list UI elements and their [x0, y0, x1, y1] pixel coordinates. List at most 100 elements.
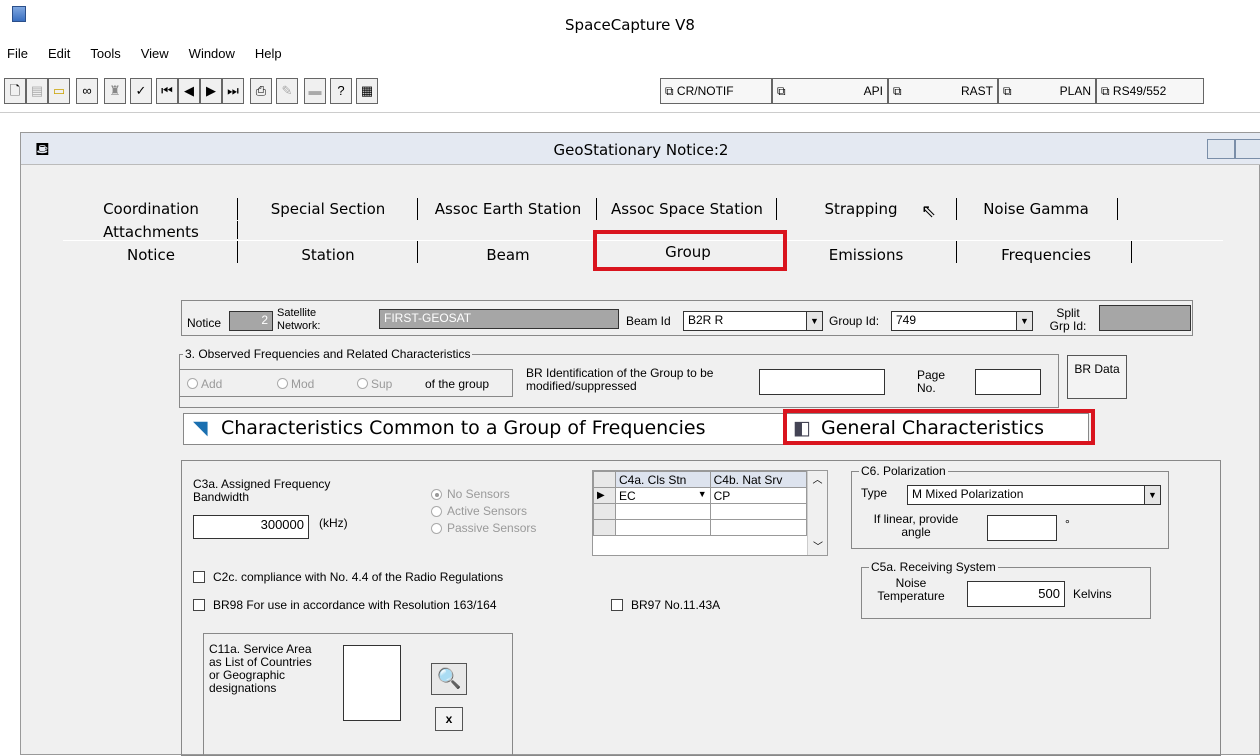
scroll-up-icon[interactable]: ︿ [808, 471, 827, 486]
grid-cell[interactable] [615, 503, 711, 520]
binoculars-icon[interactable]: ♜ [104, 78, 126, 104]
nav-api-label: API [863, 84, 883, 98]
br97-checkbox[interactable] [611, 599, 623, 611]
tab-frequencies[interactable]: Frequencies [966, 246, 1126, 264]
clear-button[interactable]: x [435, 707, 463, 731]
tab-special-section[interactable]: Special Section [247, 200, 409, 218]
notice-window-title: GeoStationary Notice:2 [553, 141, 729, 159]
notice-window: ⛾ GeoStationary Notice:2 Coordination Sp… [20, 132, 1260, 756]
last-record-icon[interactable]: ⏭ [222, 78, 244, 104]
br-identification-field[interactable] [759, 369, 885, 395]
nav-plan[interactable]: ⧉ PLAN [998, 78, 1096, 104]
open-disabled-icon[interactable]: ▤ [26, 78, 48, 104]
grid-cell[interactable] [709, 519, 808, 536]
satellite-network-label: Satellite Network: [277, 307, 321, 332]
grid-cell[interactable] [615, 519, 711, 536]
of-the-group-label: of the group [425, 377, 490, 391]
satellite-network-field[interactable]: FIRST-GEOSAT [379, 309, 619, 329]
grid-cell-nat-srv[interactable]: CP [709, 487, 808, 504]
tab-separator [417, 198, 418, 220]
grid-cell[interactable] [709, 503, 808, 520]
page-no-field[interactable] [975, 369, 1041, 395]
tab-coordination[interactable]: Coordination [81, 200, 221, 218]
search-icon[interactable]: 🔍 [431, 663, 467, 695]
nav-rast[interactable]: ⧉ RAST [888, 78, 998, 104]
br-data-button[interactable]: BR Data [1067, 355, 1127, 399]
tab-assoc-space-station[interactable]: Assoc Space Station [601, 200, 773, 218]
chevron-down-icon[interactable]: ▼ [806, 312, 822, 330]
tab-strapping[interactable]: Strapping [806, 200, 916, 218]
validate-check-icon[interactable]: ✓ [130, 78, 152, 104]
new-icon[interactable]: 🗋 [4, 78, 26, 104]
beam-id-select[interactable]: B2R R [683, 311, 823, 331]
menu-tools[interactable]: Tools [87, 46, 123, 61]
menu-help[interactable]: Help [252, 46, 285, 61]
radio-active-sensors[interactable] [431, 506, 442, 517]
grid-scrollbar[interactable]: ︿ ﹀ [807, 471, 827, 555]
observed-frequencies-title: 3. Observed Frequencies and Related Char… [183, 347, 473, 361]
tab-separator [956, 241, 957, 263]
tab-attachments[interactable]: Attachments [81, 223, 221, 241]
br98-checkbox[interactable] [193, 599, 205, 611]
polarization-type-select[interactable]: M Mixed Polarization [907, 485, 1161, 505]
tab-separator [237, 241, 238, 263]
view-glasses-icon[interactable]: ∞ [76, 78, 98, 104]
c6-type-label: Type [861, 486, 888, 500]
radio-sup-label: Sup [371, 377, 393, 391]
help-icon[interactable]: ? [330, 78, 352, 104]
radio-passive-sensors[interactable] [431, 523, 442, 534]
c3a-bandwidth-field[interactable]: 300000 [193, 515, 309, 539]
tab-noise-gamma[interactable]: Noise Gamma [966, 200, 1106, 218]
chevron-down-icon[interactable]: ▼ [698, 489, 707, 499]
radio-mod[interactable] [277, 378, 288, 389]
group-id-value: 749 [896, 313, 917, 327]
nav-api[interactable]: ⧉ API [772, 78, 888, 104]
noise-temperature-field[interactable]: 500 [967, 581, 1065, 607]
edit-disabled-icon[interactable]: ✎ [276, 78, 298, 104]
tab-separator [237, 221, 238, 239]
monitor-icon[interactable]: ▬ [304, 78, 326, 104]
tab-assoc-earth-station[interactable]: Assoc Earth Station [427, 200, 589, 218]
menu-view[interactable]: View [138, 46, 172, 61]
service-area-list[interactable] [343, 645, 401, 721]
grid-header-cls-stn: C4a. Cls Stn [615, 471, 711, 488]
c2c-checkbox[interactable] [193, 571, 205, 583]
tab-station[interactable]: Station [247, 246, 409, 264]
chevron-down-icon[interactable]: ▼ [1144, 486, 1160, 504]
br97-label: BR97 No.11.43A [631, 598, 721, 612]
nav-rast-label: RAST [960, 84, 993, 98]
scroll-down-icon[interactable]: ﹀ [808, 538, 828, 553]
radio-no-sensors[interactable] [431, 489, 442, 500]
maximize-window-icon[interactable] [1235, 139, 1260, 159]
polarization-angle-field[interactable] [987, 515, 1057, 541]
radio-sup[interactable] [357, 378, 368, 389]
radio-add[interactable] [187, 378, 198, 389]
nav-rs49[interactable]: ⧉ RS49/552 [1096, 78, 1204, 104]
calculator-icon[interactable]: ▦ [356, 78, 378, 104]
highlight-group-tab [593, 230, 787, 271]
group-id-select[interactable]: 749 [891, 311, 1033, 331]
tab-separator [1131, 241, 1132, 263]
split-grp-id-field[interactable] [1099, 305, 1191, 331]
previous-record-icon[interactable]: ◀ [178, 78, 200, 104]
tab-notice[interactable]: Notice [81, 246, 221, 264]
menu-file[interactable]: File [4, 46, 31, 61]
print-icon[interactable]: ⎙ [250, 78, 272, 104]
tab-beam[interactable]: Beam [427, 246, 589, 264]
first-record-icon[interactable]: ⏮ [156, 78, 178, 104]
station-service-grid[interactable]: C4a. Cls Stn C4b. Nat Srv ▶ EC ▼ CP ︿ ﹀ [592, 470, 828, 556]
tab-separator [417, 241, 418, 263]
grid-cell-cls-stn[interactable]: EC ▼ [615, 487, 711, 504]
folder-icon[interactable]: ▭ [48, 78, 70, 104]
chevron-down-icon[interactable]: ▼ [1016, 312, 1032, 330]
tab-emissions[interactable]: Emissions [796, 246, 936, 264]
minimize-window-icon[interactable] [1207, 139, 1235, 159]
banner-common-text[interactable]: Characteristics Common to a Group of Fre… [221, 417, 706, 439]
menu-edit[interactable]: Edit [45, 46, 73, 61]
next-record-icon[interactable]: ▶ [200, 78, 222, 104]
notice-field[interactable]: 2 [229, 311, 273, 331]
menu-window[interactable]: Window [186, 46, 238, 61]
nav-cr-notif[interactable]: ⧉ CR/NOTIF [660, 78, 772, 104]
nav-plan-label: PLAN [1059, 84, 1091, 98]
c3a-unit: (kHz) [319, 516, 348, 530]
